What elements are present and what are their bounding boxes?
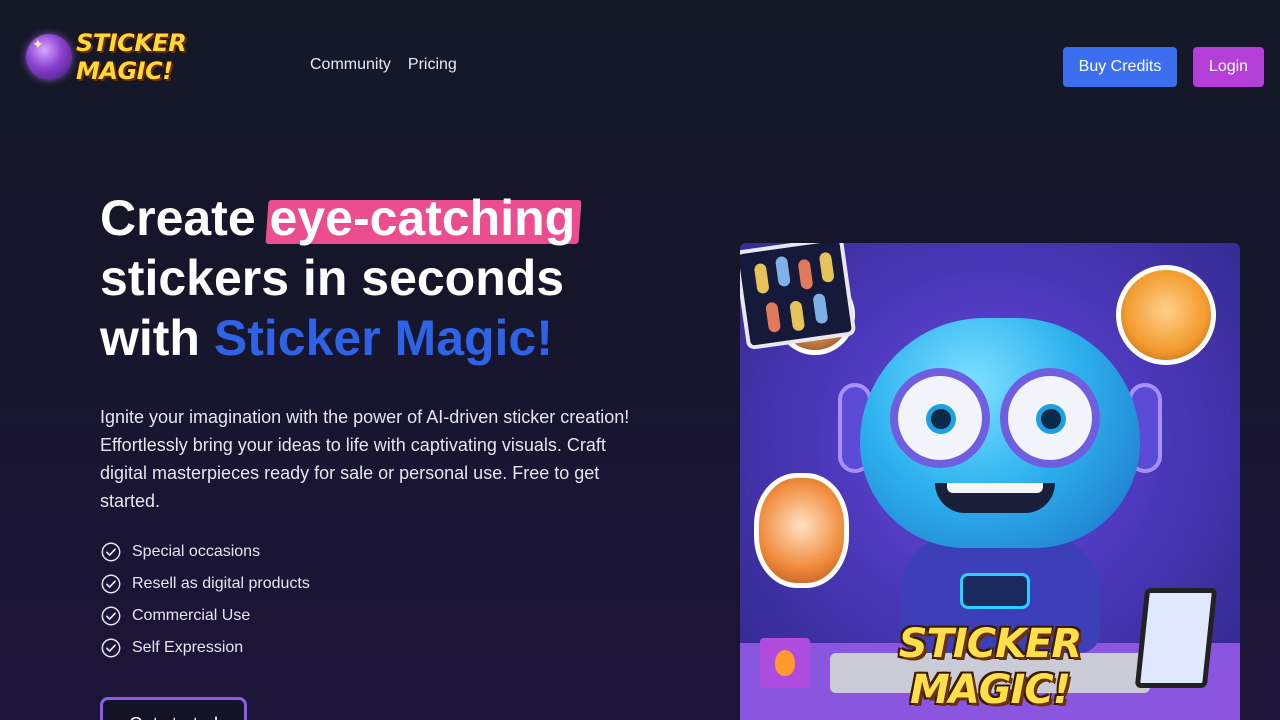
feature-item: Self Expression	[100, 632, 310, 664]
rocket-icon	[753, 262, 770, 295]
feature-item: Resell as digital products	[100, 568, 310, 600]
feature-list: Special occasions Resell as digital prod…	[100, 536, 310, 664]
illustration-logo-text: STICKER MAGIC!	[898, 621, 1082, 713]
rocket-icon	[789, 300, 806, 332]
hero-description: Ignite your imagination with the power o…	[100, 407, 630, 511]
rocket-icon	[774, 255, 791, 288]
robot-mouth	[935, 483, 1055, 513]
hero-title-highlight: eye-catching	[269, 190, 576, 246]
robot-eye-right	[1000, 368, 1100, 468]
check-circle-icon	[101, 574, 121, 594]
rocket-icon	[818, 251, 835, 284]
feature-item: Commercial Use	[100, 600, 310, 632]
hero-illustration: STICKER MAGIC!	[740, 243, 1240, 720]
feature-label: Commercial Use	[132, 607, 251, 624]
rockets-sticker-sheet	[740, 243, 857, 351]
rocket-icon	[812, 292, 829, 325]
check-circle-icon	[101, 638, 121, 658]
check-circle-icon	[101, 606, 121, 626]
flame-cube-icon	[760, 638, 810, 688]
login-button[interactable]: Login	[1193, 47, 1264, 87]
feature-item: Special occasions	[100, 536, 310, 568]
fox-sticker	[754, 473, 849, 588]
hero-title-brand: Sticker Magic!	[213, 310, 553, 366]
hero-title: Create eye-catching stickers in seconds …	[100, 188, 660, 368]
robot-chest-panel	[960, 573, 1030, 609]
robot-eye-left	[890, 368, 990, 468]
feature-label: Special occasions	[132, 543, 261, 560]
feature-label: Resell as digital products	[132, 575, 310, 592]
tiger-sticker	[1116, 265, 1216, 365]
hero-title-part1: Create	[100, 190, 270, 246]
robot-pupil	[1036, 404, 1066, 434]
magic-orb-icon	[26, 34, 72, 80]
nav-community[interactable]: Community	[310, 56, 391, 74]
logo[interactable]: STICKER MAGIC!	[26, 29, 276, 85]
hero-title-part3: with	[100, 310, 214, 366]
robot-pupil	[926, 404, 956, 434]
feature-label: Self Expression	[132, 639, 244, 656]
nav-pricing[interactable]: Pricing	[408, 56, 457, 74]
rocket-icon	[765, 301, 782, 333]
rocket-icon	[797, 258, 814, 291]
check-circle-icon	[101, 542, 121, 562]
buy-credits-button[interactable]: Buy Credits	[1063, 47, 1177, 87]
logo-text: STICKER MAGIC!	[76, 29, 187, 85]
hero-title-part2: stickers in seconds	[100, 250, 565, 306]
site-header: STICKER MAGIC! Community Pricing Buy Cre…	[0, 0, 1280, 130]
get-started-button[interactable]: Get started	[100, 697, 247, 720]
main-nav: Community Pricing	[310, 56, 457, 74]
